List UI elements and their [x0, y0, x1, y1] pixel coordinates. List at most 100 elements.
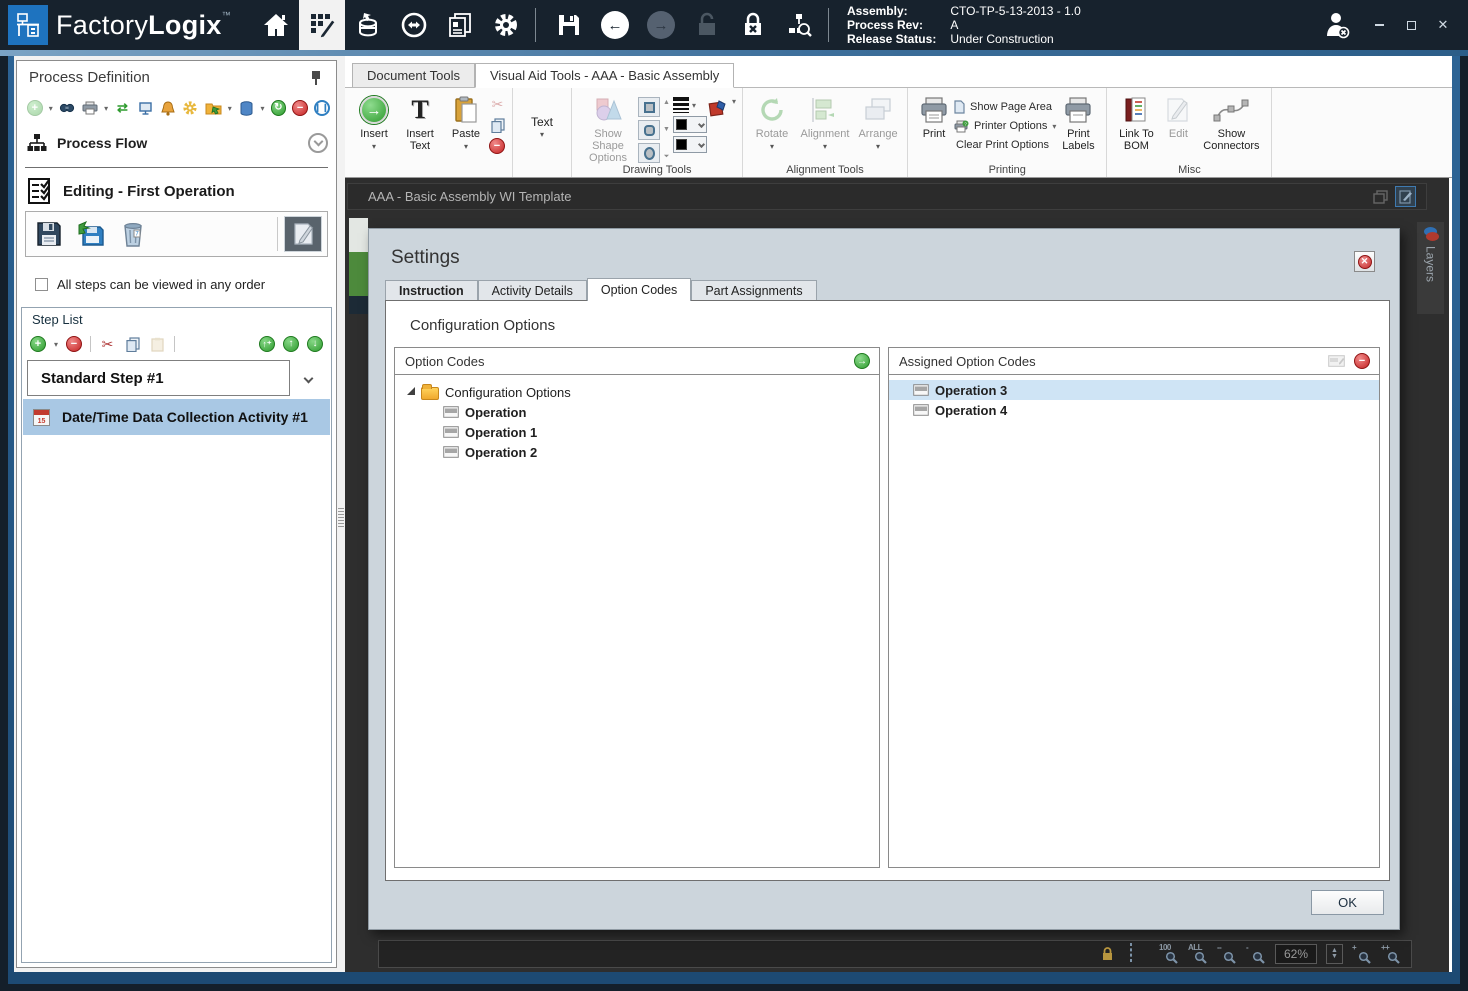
add-process-caret[interactable]: ▾	[49, 104, 53, 113]
print-caret[interactable]: ▾	[104, 104, 108, 113]
pause-button[interactable]: ❙❙	[313, 100, 330, 116]
edit-mode-toggle[interactable]	[284, 216, 322, 252]
ok-button[interactable]: OK	[1311, 890, 1384, 915]
move-top-button[interactable]: ↑⁺	[259, 336, 275, 352]
find-button[interactable]	[59, 100, 76, 117]
copy-button[interactable]	[489, 117, 506, 134]
format-painter-caret[interactable]: ▾	[732, 97, 736, 106]
process-editor-button[interactable]	[298, 0, 345, 50]
tab-visual-aid-tools[interactable]: Visual Aid Tools - AAA - Basic Assembly	[474, 63, 735, 88]
tab-part-assignments[interactable]: Part Assignments	[691, 280, 817, 301]
back-button[interactable]: ←	[592, 0, 638, 50]
sync-button[interactable]	[391, 0, 437, 50]
clear-print-options-button[interactable]: Clear Print Options	[954, 137, 1056, 153]
zoom-out-fast-button[interactable]: --	[1217, 943, 1237, 964]
logoff-user-button[interactable]	[1314, 0, 1360, 50]
exchange-button[interactable]: ⇄	[114, 100, 131, 117]
paste-button[interactable]	[149, 336, 166, 353]
edit-assigned-button[interactable]	[1327, 352, 1345, 370]
bell-icon[interactable]	[159, 100, 176, 117]
insert-text-button[interactable]: T Insert Text	[397, 91, 443, 161]
export-caret[interactable]: ▾	[228, 104, 232, 113]
ellipse-shape-button[interactable]	[638, 143, 660, 163]
assign-option-button[interactable]: →	[853, 352, 871, 370]
tree-root-row[interactable]: Configuration Options	[395, 382, 879, 402]
text-button[interactable]: Text ▾	[519, 91, 565, 161]
show-page-area-button[interactable]: Show Page Area	[954, 99, 1056, 115]
add-step-button[interactable]: +	[30, 336, 46, 352]
tab-activity-details[interactable]: Activity Details	[477, 280, 587, 301]
rect-shape-button[interactable]	[638, 97, 660, 117]
settings-button[interactable]	[483, 0, 529, 50]
print-button[interactable]: Print	[914, 91, 954, 161]
tab-option-codes[interactable]: Option Codes	[586, 278, 692, 301]
delete-object-button[interactable]: −	[489, 138, 505, 154]
step-expander[interactable]	[290, 373, 326, 383]
tab-instruction[interactable]: Instruction	[385, 280, 478, 301]
copy-button[interactable]	[124, 336, 141, 353]
remove-button[interactable]: −	[292, 100, 308, 116]
lock-zoom-button[interactable]	[1101, 944, 1121, 964]
print-labels-button[interactable]: Print Labels	[1056, 91, 1100, 161]
show-connectors-button[interactable]: Show Connectors	[1197, 91, 1265, 161]
fill-color-select[interactable]	[673, 136, 707, 153]
tab-document-tools[interactable]: Document Tools	[352, 63, 475, 88]
zoom-out-button[interactable]: -	[1246, 943, 1266, 964]
home-button[interactable]	[253, 0, 299, 50]
arrange-button[interactable]: Arrange ▾	[855, 91, 901, 161]
document-stack-icon[interactable]	[1370, 186, 1391, 207]
minimize-button[interactable]	[1368, 14, 1390, 36]
zoom-value[interactable]: 62%	[1275, 944, 1317, 964]
marquee-zoom-button[interactable]	[1130, 943, 1150, 964]
move-down-button[interactable]: ↓	[307, 336, 323, 352]
line-color-select[interactable]	[673, 116, 707, 133]
forward-button[interactable]: →	[638, 0, 684, 50]
import-step-button[interactable]	[73, 216, 109, 252]
cut-button[interactable]: ✂	[489, 96, 506, 113]
delete-step-button[interactable]: 7	[115, 216, 151, 252]
refresh-button[interactable]: ↻	[270, 100, 287, 116]
move-up-button[interactable]: ↑	[283, 336, 299, 352]
zoom-100-button[interactable]: 100	[1159, 943, 1179, 964]
line-weight-button[interactable]: ▾	[673, 97, 707, 113]
remove-assigned-button[interactable]: −	[1353, 352, 1371, 370]
option-code-item[interactable]: Operation 1	[395, 422, 879, 442]
document-edit-icon[interactable]	[1395, 186, 1416, 207]
save-button[interactable]	[546, 0, 592, 50]
layers-tab[interactable]: Layers	[1417, 222, 1444, 314]
option-code-item[interactable]: Operation 2	[395, 442, 879, 462]
material-button[interactable]	[345, 0, 391, 50]
collapse-icon[interactable]	[308, 133, 328, 153]
process-audit-button[interactable]	[776, 0, 822, 50]
zoom-in-button[interactable]: +	[1352, 943, 1372, 964]
activity-row-selected[interactable]: 15 Date/Time Data Collection Activity #1	[23, 399, 330, 435]
database-caret[interactable]: ▾	[260, 104, 264, 113]
rounded-rect-shape-button[interactable]	[638, 120, 660, 140]
any-order-checkbox[interactable]	[35, 278, 48, 291]
process-flow-header[interactable]: Process Flow	[27, 127, 328, 159]
rotate-button[interactable]: Rotate ▾	[749, 91, 795, 161]
gear-yellow-icon[interactable]	[182, 100, 199, 117]
insert-button[interactable]: → Insert ▾	[351, 91, 397, 161]
add-step-caret[interactable]: ▾	[54, 340, 58, 349]
cut-button[interactable]: ✂	[99, 336, 116, 353]
zoom-in-fast-button[interactable]: ++	[1381, 943, 1401, 964]
format-painter-button[interactable]	[707, 97, 729, 119]
paste-button[interactable]: Paste ▾	[443, 91, 489, 161]
print-button[interactable]	[81, 100, 98, 117]
alignment-button[interactable]: Alignment ▾	[795, 91, 855, 161]
maximize-button[interactable]	[1400, 14, 1422, 36]
expander-icon[interactable]	[407, 387, 415, 395]
dialog-close-button[interactable]: ✕	[1354, 251, 1375, 272]
shape-gallery-scroll[interactable]: ▲ ▼ ⏷	[660, 97, 673, 163]
export-folder-button[interactable]	[205, 100, 222, 117]
database-button[interactable]	[238, 100, 255, 117]
assigned-item-selected[interactable]: Operation 3	[889, 380, 1379, 400]
show-shape-options-button[interactable]: Show Shape Options	[578, 91, 638, 164]
pin-icon[interactable]	[310, 71, 322, 85]
step-name-box[interactable]: Standard Step #1	[27, 360, 290, 396]
documents-button[interactable]	[437, 0, 483, 50]
zoom-fit-all-button[interactable]: ALL	[1188, 943, 1208, 964]
close-button[interactable]: ✕	[1432, 14, 1454, 36]
link-to-bom-button[interactable]: Link To BOM	[1113, 91, 1159, 161]
